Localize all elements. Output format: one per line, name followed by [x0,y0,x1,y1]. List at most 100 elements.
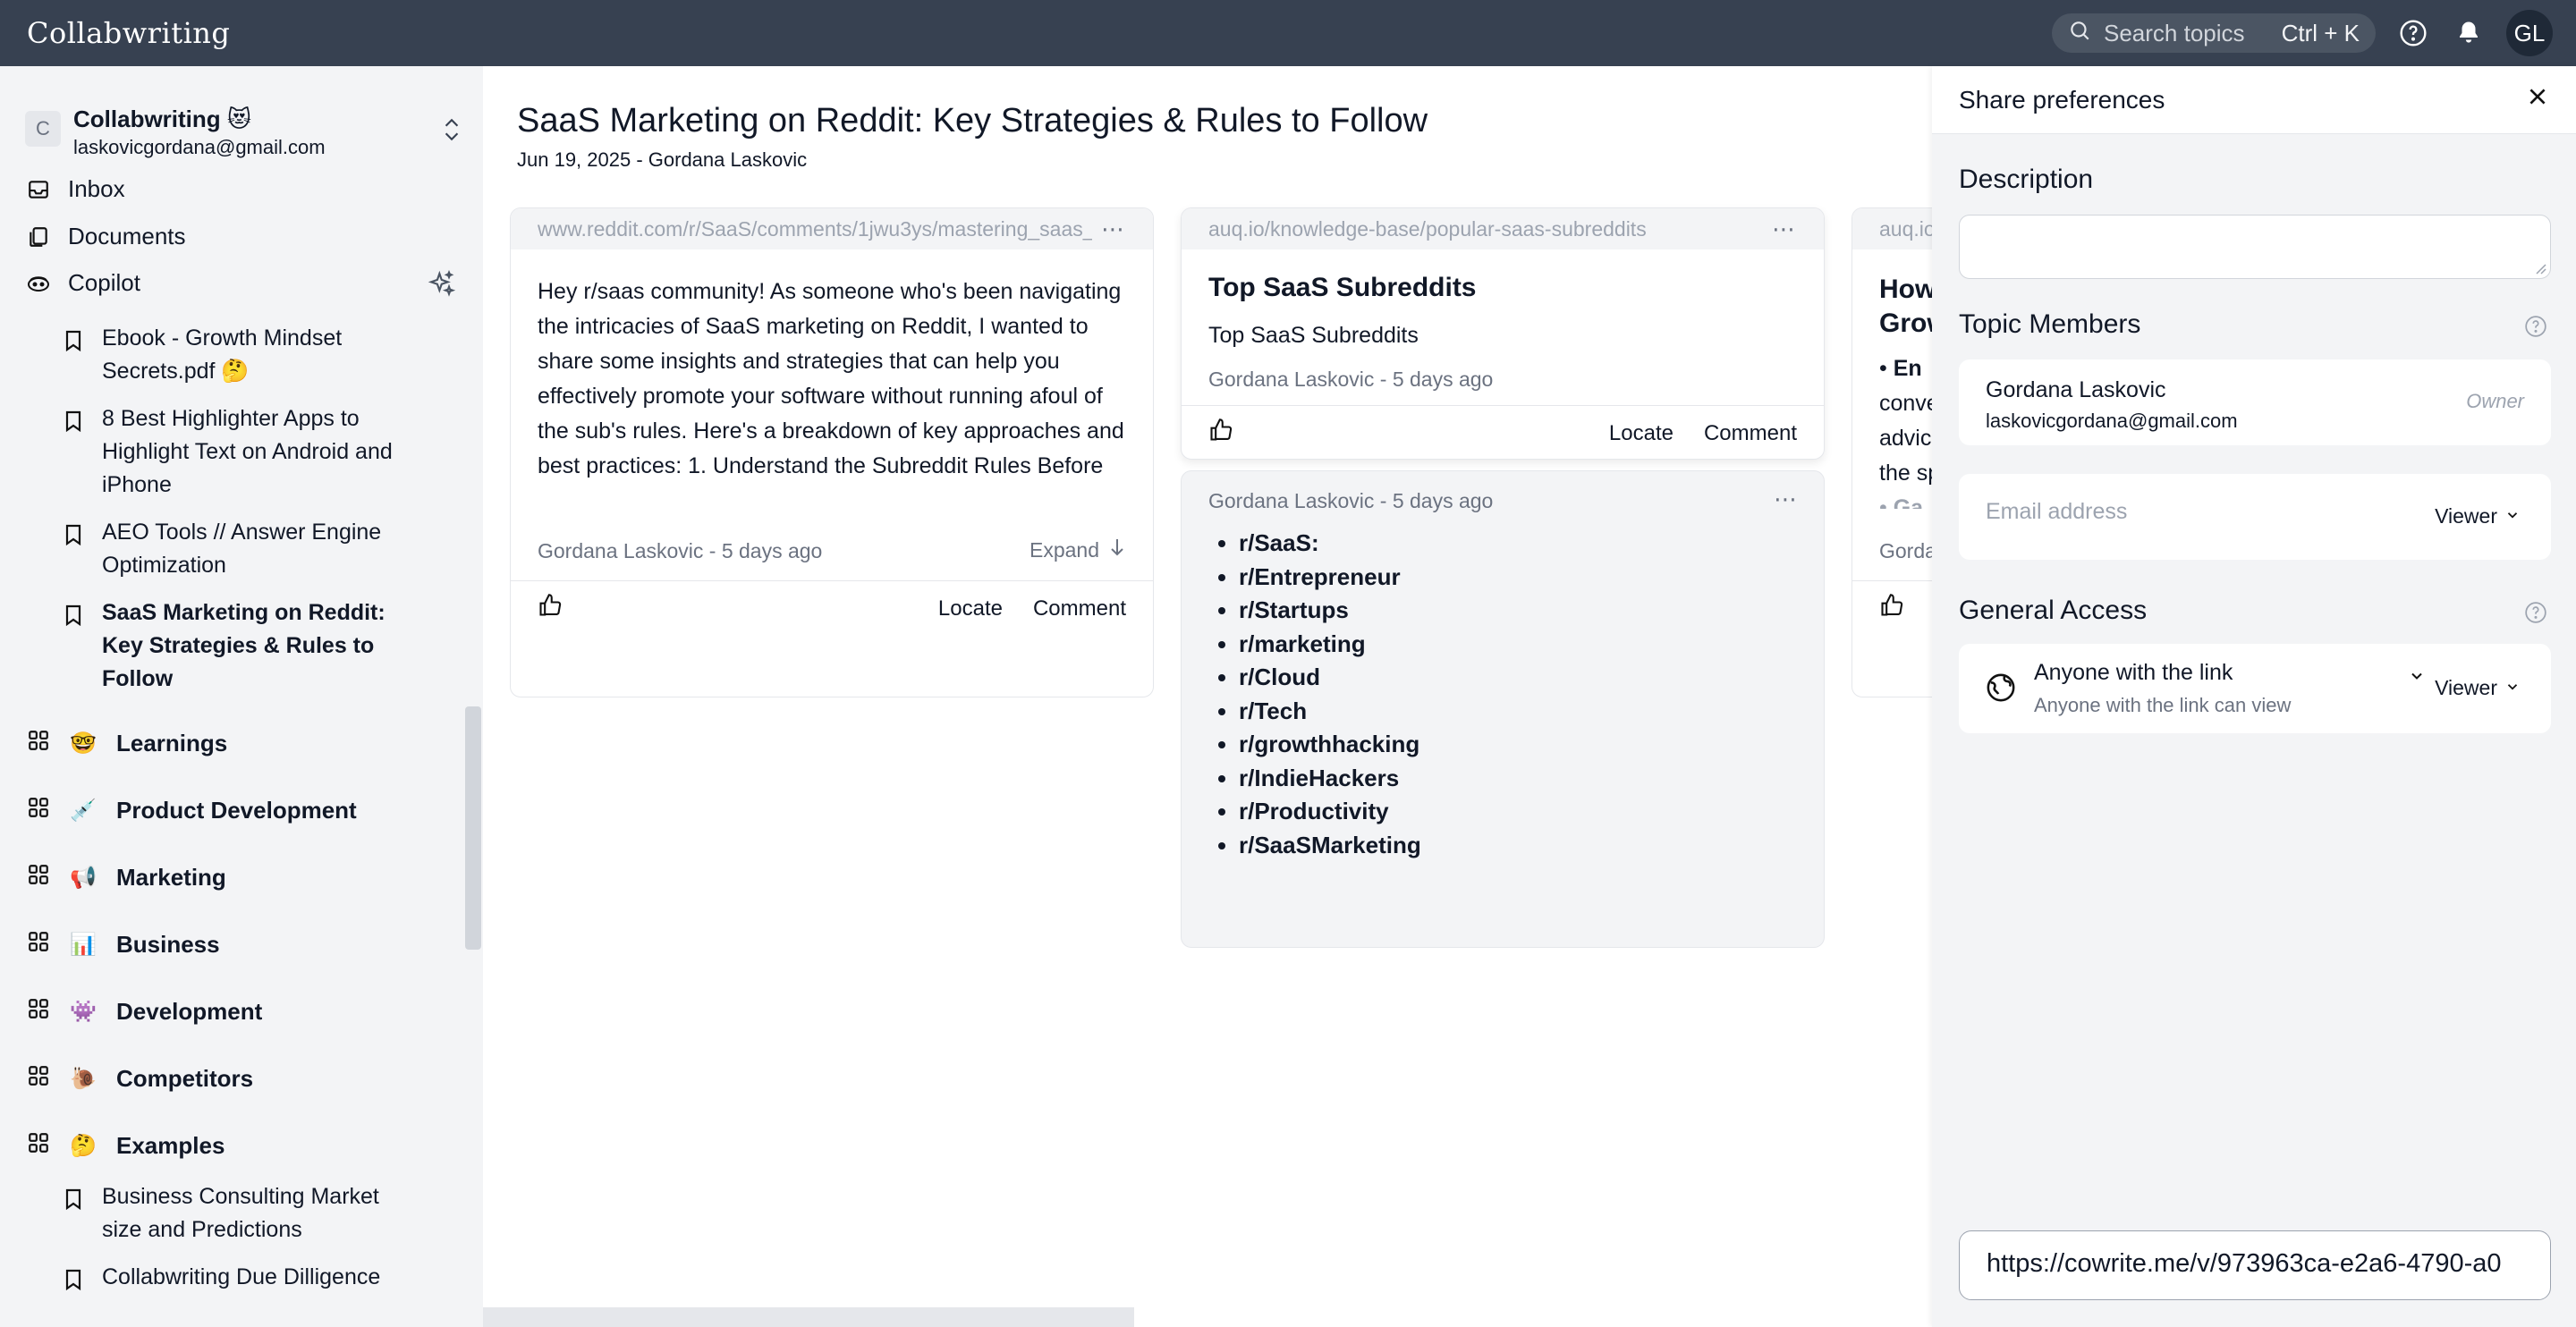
email-address-input[interactable] [1986,499,2379,525]
card-source-url[interactable]: auq.io [1879,217,1932,241]
sidebar-doc-item[interactable]: Business Consulting Market size and Pred… [64,1180,422,1247]
sidebar-doc-label: Business Consulting Market size and Pred… [102,1184,379,1242]
expand-button[interactable]: Expand [1030,537,1126,562]
member-email: laskovicgordana@gmail.com [1986,410,2238,432]
card-line: conve [1879,391,1932,416]
invite-role-select[interactable]: Viewer [2435,504,2521,528]
resize-handle-icon[interactable] [2534,262,2546,275]
close-icon[interactable] [2526,85,2549,114]
member-role: Owner [2466,390,2524,412]
list-item: r/growthhacking [1239,728,1421,762]
workspace-switcher[interactable]: C Collabwriting 😻 laskovicgordana@gmail.… [25,102,463,159]
thumbs-up-icon[interactable] [1208,418,1233,449]
list-item: r/Cloud [1239,661,1421,695]
card-header: auq.io/knowledge-base/popular-saas-subre… [1182,208,1824,249]
card-heading: How... Grow... [1879,275,1932,338]
grid-icon [27,863,50,892]
access-role-label: Viewer [2435,676,2497,699]
app-brand[interactable]: Collabwriting [27,16,230,50]
member-name: Gordana Laskovic [1986,377,2166,402]
help-icon[interactable] [2524,315,2547,342]
card-text: • En conve advic the sp • Ga [1879,351,1932,509]
topic-members-label: Topic Members [1959,309,2141,339]
nav-documents[interactable]: Documents [25,223,186,250]
general-access-label: General Access [1959,596,2148,625]
sidebar-scrollbar[interactable] [465,706,481,950]
subreddit-list-card[interactable]: Gordana Laskovic - 5 days ago ⋯ r/SaaS: … [1181,470,1825,948]
sidebar-section-development[interactable]: 👾 Development [27,997,262,1027]
description-input[interactable] [1959,215,2551,279]
thumbs-up-icon[interactable] [538,593,563,624]
help-icon[interactable] [2395,15,2431,51]
section-emoji: 💉 [70,799,97,823]
card-footer: Locate Comment [511,580,1153,636]
grid-icon [27,1064,50,1094]
card-author-meta: Gordana Laskovic - 5 days ago [538,539,823,562]
sparkle-icon[interactable] [428,269,456,303]
nav-copilot[interactable]: Copilot [25,269,140,297]
sidebar-doc-item[interactable]: Collabwriting Due Dilligence [64,1261,422,1300]
sidebar-doc-item[interactable]: 8 Best Highlighter Apps to Highlight Tex… [64,402,422,502]
sidebar-section-examples[interactable]: 🤔 Examples [27,1131,225,1161]
highlight-card[interactable]: auq.io How... Grow... • En conve advic t… [1852,207,1932,697]
list-item: r/SaaSMarketing [1239,829,1421,863]
search-box[interactable]: Search topics Ctrl + K [2052,13,2376,53]
share-link-field[interactable]: https://cowrite.me/v/973963ca-e2a6-4790-… [1959,1230,2551,1300]
sidebar-doc-item[interactable]: AEO Tools // Answer Engine Optimization [64,516,422,582]
section-emoji: 🤔 [70,1134,97,1158]
grid-icon [27,729,50,758]
highlight-card[interactable]: auq.io/knowledge-base/popular-saas-subre… [1181,207,1825,460]
grid-icon [27,930,50,959]
chevron-up-down-icon [440,116,463,148]
bell-icon[interactable] [2451,15,2487,51]
nav-inbox[interactable]: Inbox [25,175,125,203]
comment-button[interactable]: Comment [1704,421,1797,446]
access-title[interactable]: Anyone with the link [2034,660,2233,686]
section-label: Learnings [116,730,228,756]
grid-icon [27,997,50,1027]
bookmark-icon [64,402,84,502]
section-label: Competitors [116,1065,254,1092]
search-placeholder: Search topics [2104,19,2245,46]
sidebar-section-product-development[interactable]: 💉 Product Development [27,796,357,825]
help-icon[interactable] [2524,601,2547,629]
inbox-icon [25,176,52,203]
sidebar-doc-item[interactable]: Ebook - Growth Mindset Secrets.pdf 🤔 [64,322,422,388]
panel-header: Share preferences [1932,66,2576,134]
search-shortcut: Ctrl + K [2281,19,2360,46]
workspace-name: Collabwriting 😻 [73,106,251,132]
highlight-card[interactable]: www.reddit.com/r/SaaS/comments/1jwu3ys/m… [510,207,1154,697]
section-emoji: 🤓 [70,731,97,756]
more-icon[interactable]: ⋯ [1101,216,1126,243]
thumbs-up-icon[interactable] [1879,593,1904,624]
more-icon[interactable]: ⋯ [1772,216,1797,243]
sidebar-doc-label: SaaS Marketing on Reddit: Key Strategies… [102,600,386,691]
sidebar-doc-item-active[interactable]: SaaS Marketing on Reddit: Key Strategies… [64,596,422,696]
access-role-select[interactable]: Viewer [2435,676,2521,700]
locate-button[interactable]: Locate [1609,421,1674,446]
sidebar: C Collabwriting 😻 laskovicgordana@gmail.… [0,66,483,1327]
sidebar-doc-label: Collabwriting Due Dilligence [102,1264,381,1289]
comment-button[interactable]: Comment [1033,596,1126,621]
share-preferences-panel: Share preferences Description Topic Memb… [1932,66,2576,1327]
card-header: auq.io [1852,208,1932,249]
sidebar-section-marketing[interactable]: 📢 Marketing [27,863,226,892]
sidebar-section-business[interactable]: 📊 Business [27,930,220,959]
locate-button[interactable]: Locate [938,596,1003,621]
card-source-url[interactable]: auq.io/knowledge-base/popular-saas-subre… [1208,217,1647,241]
list-item: r/Tech [1239,695,1421,729]
more-icon[interactable]: ⋯ [1774,486,1797,513]
list-item: r/Entrepreneur [1239,561,1421,595]
bookmark-icon [64,596,84,696]
invite-role-label: Viewer [2435,504,2497,528]
nav-documents-label: Documents [68,223,186,249]
page-title: SaaS Marketing on Reddit: Key Strategies… [517,102,1428,139]
card-source-url[interactable]: www.reddit.com/r/SaaS/comments/1jwu3ys/m… [538,217,1092,241]
sidebar-section-competitors[interactable]: 🐌 Competitors [27,1064,253,1094]
chevron-down-icon[interactable] [2408,667,2426,689]
sidebar-section-learnings[interactable]: 🤓 Learnings [27,729,227,758]
sidebar-doc-label: AEO Tools // Answer Engine Optimization [102,520,382,578]
nav-copilot-label: Copilot [68,269,140,296]
horizontal-scrollbar[interactable] [483,1307,1134,1327]
user-avatar[interactable]: GL [2506,10,2553,56]
